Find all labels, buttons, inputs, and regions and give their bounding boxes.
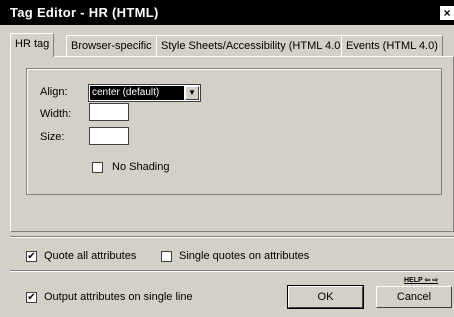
width-label: Width: bbox=[40, 108, 72, 120]
ok-button[interactable]: OK bbox=[287, 285, 364, 309]
separator bbox=[10, 270, 454, 272]
cancel-button[interactable]: Cancel bbox=[376, 286, 452, 308]
tab-style-sheets-accessibility[interactable]: Style Sheets/Accessibility (HTML 4.0) bbox=[156, 35, 349, 56]
output-single-line-label: Output attributes on single line bbox=[44, 291, 193, 303]
tab-events[interactable]: Events (HTML 4.0) bbox=[341, 35, 443, 56]
align-label: Align: bbox=[40, 86, 68, 98]
window-title: Tag Editor - HR (HTML) bbox=[10, 5, 159, 20]
separator bbox=[10, 236, 454, 238]
output-single-line-checkbox[interactable]: ✔ bbox=[26, 292, 37, 303]
close-icon[interactable]: × bbox=[440, 6, 454, 20]
no-shading-checkbox[interactable] bbox=[92, 162, 103, 173]
tab-browser-specific[interactable]: Browser-specific bbox=[66, 35, 157, 56]
title-bar: Tag Editor - HR (HTML) × bbox=[0, 0, 454, 25]
quote-all-checkbox[interactable]: ✔ bbox=[26, 251, 37, 262]
single-quotes-label: Single quotes on attributes bbox=[179, 250, 310, 262]
align-select-value: center (default) bbox=[90, 86, 184, 100]
checkmark-icon: ✔ bbox=[27, 292, 36, 303]
help-link[interactable]: HELP ⇦ ⇨ bbox=[404, 276, 438, 284]
tab-hr-tag[interactable]: HR tag bbox=[10, 33, 55, 57]
chevron-down-icon[interactable]: ▼ bbox=[185, 86, 199, 100]
tab-bar: HR tag Browser-specific Style Sheets/Acc… bbox=[10, 33, 454, 57]
single-quotes-checkbox[interactable] bbox=[161, 251, 172, 262]
size-field[interactable] bbox=[89, 127, 129, 145]
align-select[interactable]: center (default) ▼ bbox=[88, 84, 201, 102]
no-shading-label: No Shading bbox=[112, 161, 170, 173]
checkmark-icon: ✔ bbox=[27, 251, 36, 262]
width-field[interactable] bbox=[89, 103, 129, 121]
size-label: Size: bbox=[40, 131, 65, 143]
quote-all-label: Quote all attributes bbox=[44, 250, 137, 262]
